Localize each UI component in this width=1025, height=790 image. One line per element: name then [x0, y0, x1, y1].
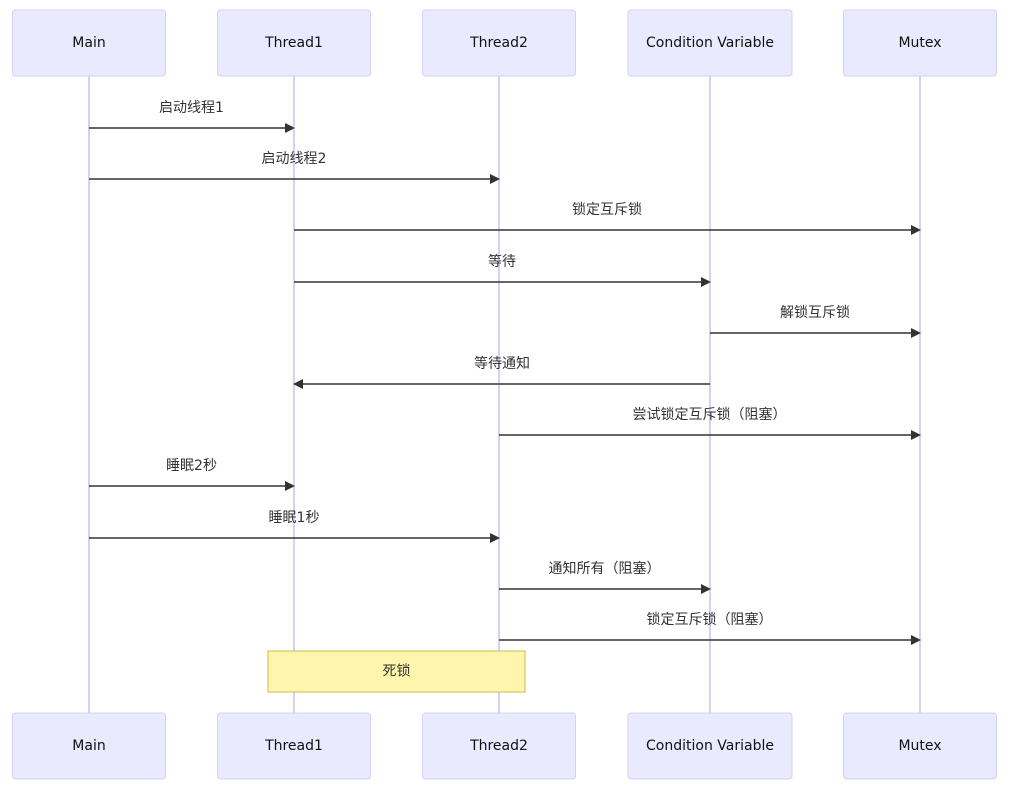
message-label: 等待 — [488, 253, 516, 270]
actor-label: Thread2 — [469, 738, 528, 754]
actor-label: Thread1 — [264, 35, 323, 51]
actor-mutex-bottom[interactable]: Mutex — [843, 712, 997, 780]
actor-label: Mutex — [898, 738, 941, 754]
messages: 启动线程1 启动线程2 锁定互斥锁等待解锁互斥锁等待通知尝试锁定互斥锁（阻塞） 睡眠2… — [89, 100, 921, 645]
message-label: 尝试锁定互斥锁（阻塞） — [633, 406, 787, 423]
actor-t1-bottom[interactable]: Thread1 — [217, 712, 371, 780]
message: 等待 — [294, 253, 711, 287]
message-label: 锁定互斥锁（阻塞） — [647, 611, 773, 628]
message: 睡眠2秒 — [89, 458, 295, 491]
actor-label: Thread2 — [469, 35, 528, 51]
actors-top: Main Thread1 Thread2 Condition Variable Mute… — [12, 9, 997, 77]
message-label: 通知所有（阻塞） — [549, 560, 661, 577]
actor-label: Main — [72, 738, 105, 754]
note-deadlock: 死锁 — [267, 650, 526, 693]
message-label: 睡眠1秒 — [269, 510, 320, 526]
message-label: 等待通知 — [474, 355, 530, 372]
message-label: 启动线程2 — [262, 151, 327, 167]
lifelines — [88, 76, 921, 713]
note-label: 死锁 — [383, 664, 411, 680]
actor-label: Mutex — [898, 35, 941, 51]
sequence-diagram: Main Thread1 Thread2 Condition Variable Mute… — [12, 9, 997, 780]
notes: 死锁 — [267, 650, 526, 693]
message: 启动线程1 — [89, 100, 295, 133]
actor-main-top[interactable]: Main — [12, 9, 166, 77]
actor-label: Condition Variable — [646, 35, 774, 51]
message-label: 锁定互斥锁 — [572, 202, 642, 218]
actor-label: Thread1 — [264, 738, 323, 754]
actor-cv-bottom[interactable]: Condition Variable — [627, 712, 793, 780]
actor-label: Condition Variable — [646, 738, 774, 754]
message: 等待通知 — [293, 355, 710, 389]
message-label: 解锁互斥锁 — [780, 305, 850, 321]
actor-t1-top[interactable]: Thread1 — [217, 9, 371, 77]
actor-t2-bottom[interactable]: Thread2 — [422, 712, 576, 780]
message-label: 启动线程1 — [159, 100, 224, 116]
message: 解锁互斥锁 — [710, 305, 921, 338]
actors-bottom: Main Thread1 Thread2 Condition Variable Mute… — [12, 712, 997, 780]
actor-main-bottom[interactable]: Main — [12, 712, 166, 780]
actor-cv-top[interactable]: Condition Variable — [627, 9, 793, 77]
message-label: 睡眠2秒 — [166, 458, 217, 474]
message: 锁定互斥锁 — [294, 202, 921, 235]
actor-t2-top[interactable]: Thread2 — [422, 9, 576, 77]
message: 通知所有（阻塞） — [499, 560, 711, 594]
actor-label: Main — [72, 35, 105, 51]
actor-mutex-top[interactable]: Mutex — [843, 9, 997, 77]
